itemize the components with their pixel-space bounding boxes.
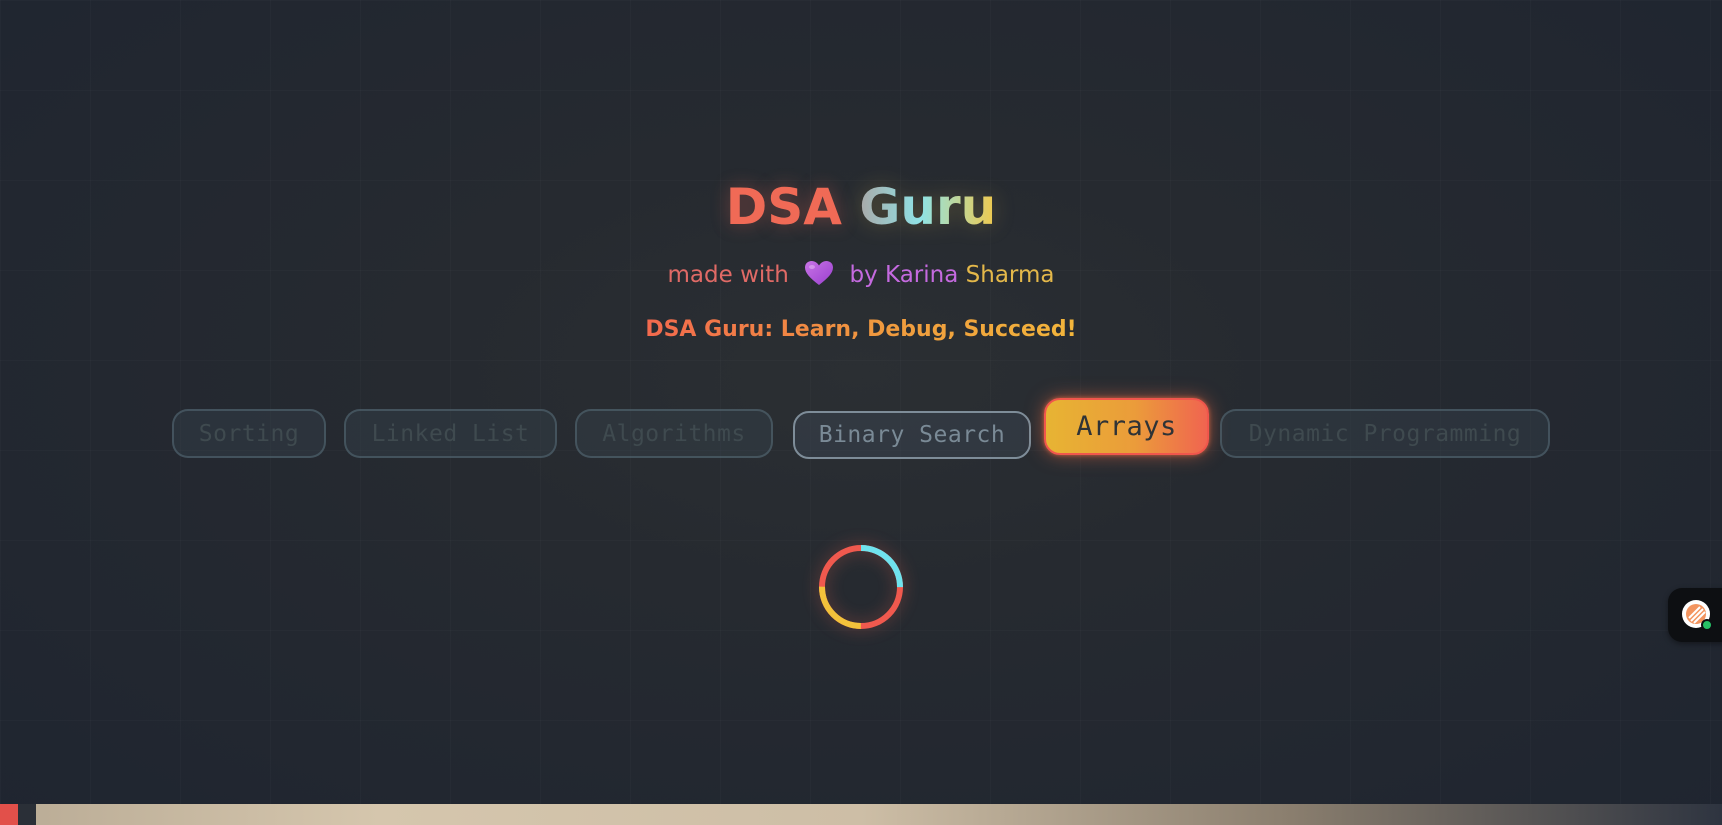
topic-tabs: Sorting Linked List Algorithms Binary Se… bbox=[0, 0, 1722, 825]
title-guru: Guru bbox=[859, 178, 997, 236]
tab-sorting[interactable]: Sorting bbox=[172, 409, 326, 458]
loading-spinner-icon bbox=[818, 544, 904, 630]
credit-line: made with by Karina Sharma bbox=[0, 258, 1722, 296]
chat-widget-button[interactable] bbox=[1668, 588, 1722, 642]
tagline: DSA Guru: Learn, Debug, Succeed! bbox=[641, 314, 1081, 346]
author-first-name: Karina bbox=[885, 262, 959, 288]
tab-dynamic-programming[interactable]: Dynamic Programming bbox=[1220, 409, 1550, 458]
chat-avatar-icon bbox=[1682, 600, 1713, 631]
author-last-name: Sharma bbox=[965, 262, 1055, 288]
made-with-text: made with bbox=[667, 262, 789, 288]
bottom-red-marker bbox=[0, 804, 18, 825]
bottom-dark-marker bbox=[18, 804, 36, 825]
tab-algorithms[interactable]: Algorithms bbox=[575, 409, 773, 458]
page-title: DSA Guru bbox=[0, 176, 1722, 238]
tab-linked-list[interactable]: Linked List bbox=[344, 409, 557, 458]
heart-icon bbox=[804, 260, 834, 296]
tab-binary-search[interactable]: Binary Search bbox=[793, 411, 1031, 459]
bottom-strip bbox=[0, 804, 1722, 825]
title-dsa: DSA bbox=[725, 178, 842, 236]
tab-arrays[interactable]: Arrays bbox=[1044, 398, 1209, 455]
by-text: by bbox=[849, 262, 878, 288]
